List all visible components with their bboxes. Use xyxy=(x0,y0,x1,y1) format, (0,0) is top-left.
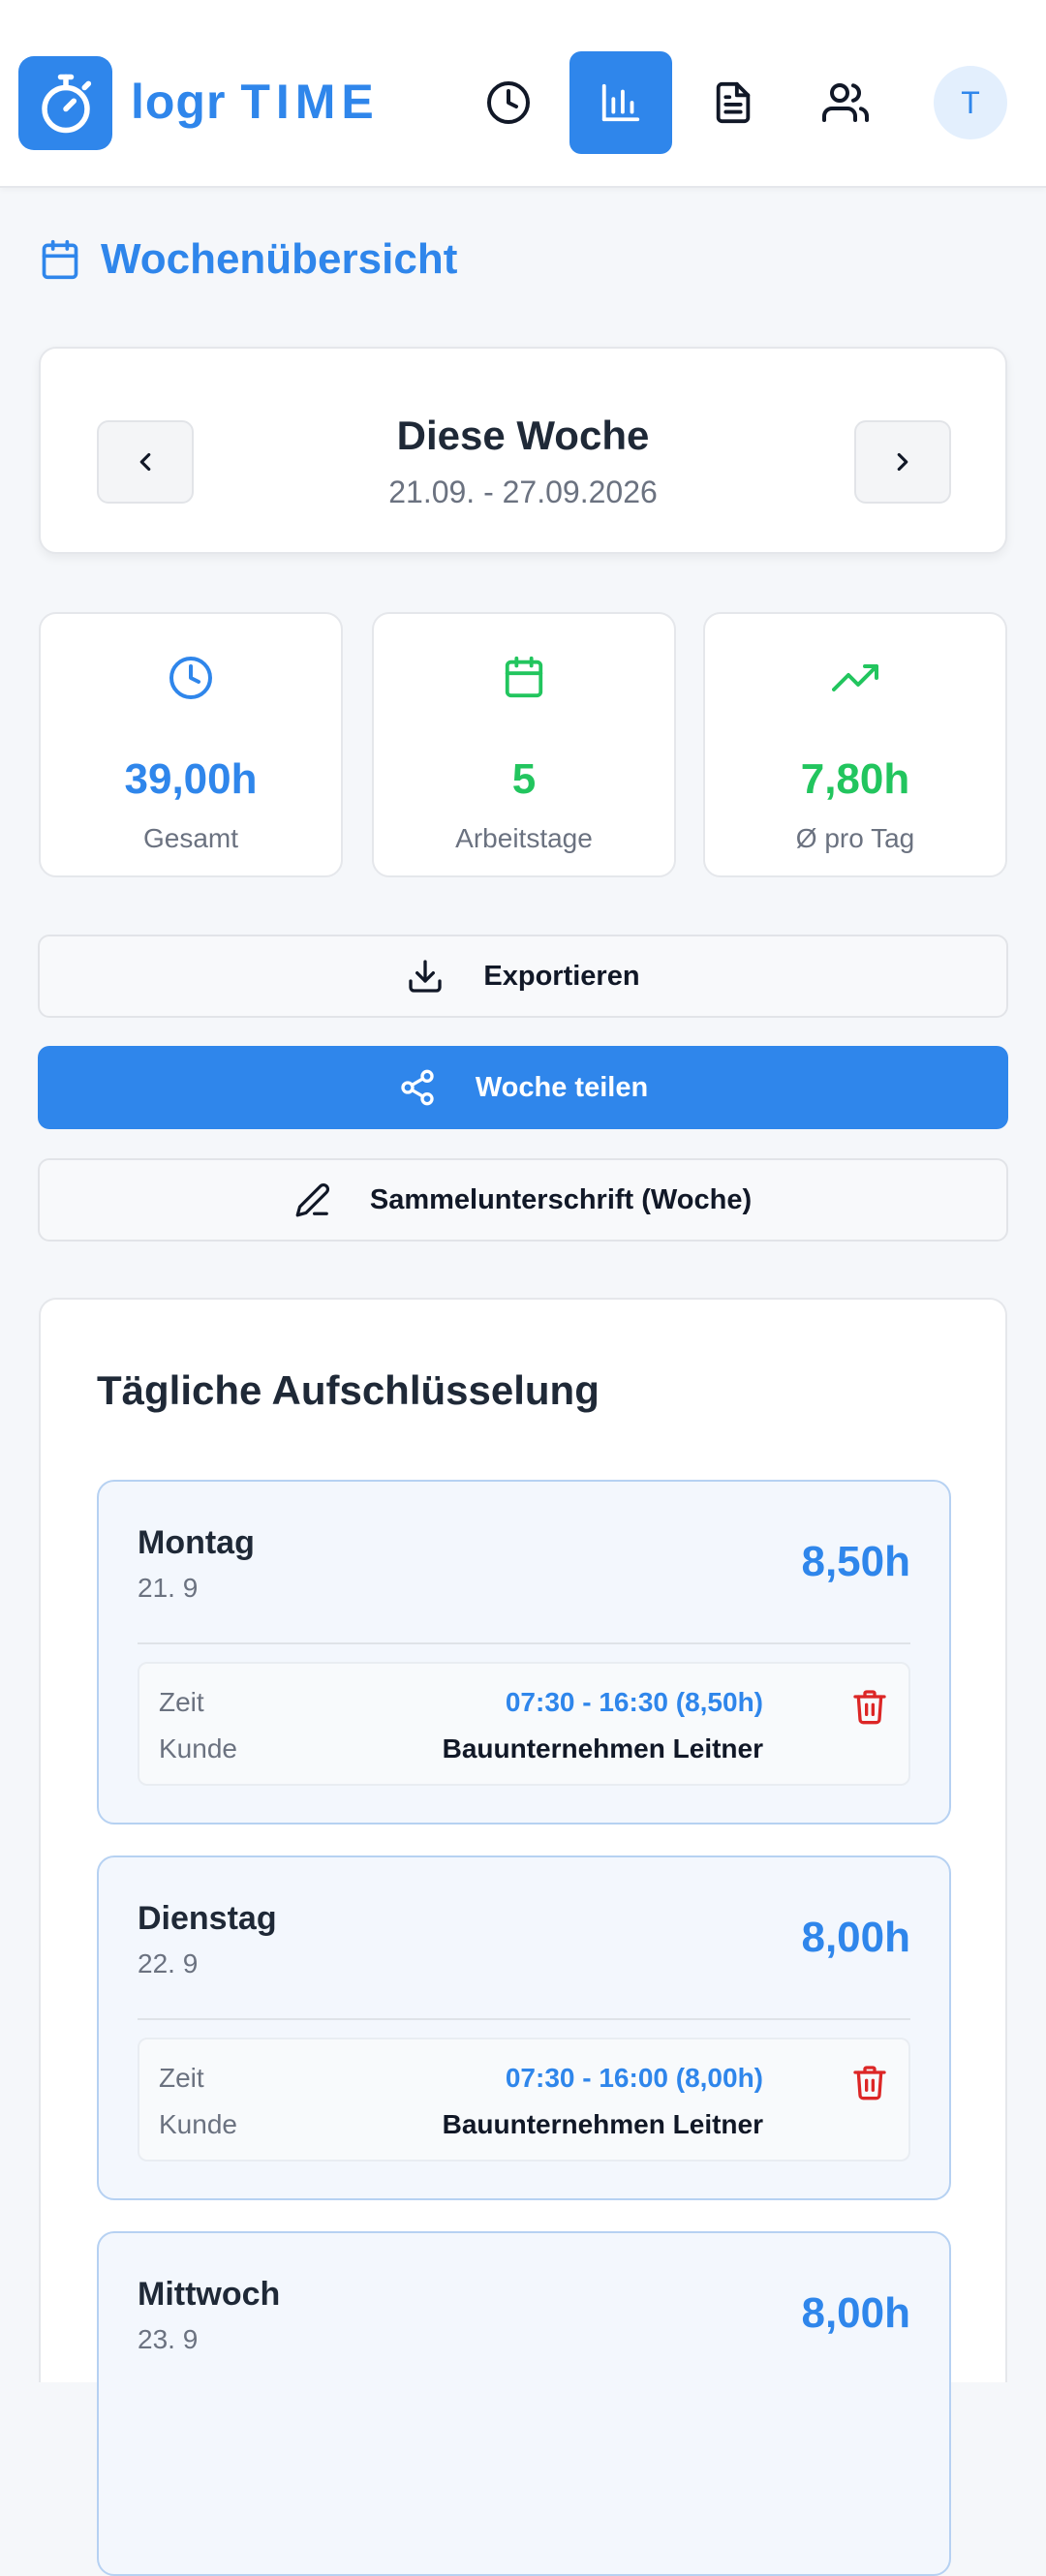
day-total-hours: 8,00h xyxy=(801,1914,910,1961)
bar-chart-icon xyxy=(601,83,640,122)
app-logo: logr TIME xyxy=(131,74,380,130)
time-range: 07:30 - 16:00 (8,00h) xyxy=(505,2063,763,2093)
client-name: Bauunternehmen Leitner xyxy=(442,1733,763,1763)
page-title: Wochenübersicht xyxy=(39,230,457,289)
time-label: Zeit xyxy=(159,1687,204,1717)
client-label: Kunde xyxy=(159,1733,237,1763)
stat-work-days: 5 Arbeitstage xyxy=(372,612,676,877)
stat-value: 5 xyxy=(511,755,537,803)
export-button-label: Exportieren xyxy=(483,960,640,992)
day-total-hours: 8,50h xyxy=(801,1538,910,1585)
next-week-button[interactable] xyxy=(854,420,951,504)
day-date: 22. 9 xyxy=(138,1948,199,1978)
day-name: Dienstag xyxy=(138,1900,277,1937)
time-range: 07:30 - 16:30 (8,50h) xyxy=(505,1687,763,1717)
share-icon xyxy=(401,1069,434,1106)
day-divider xyxy=(138,2018,910,2020)
logo-word-logr: logr xyxy=(131,75,227,129)
day-name: Mittwoch xyxy=(138,2276,281,2313)
time-entry: Zeit Kunde 07:30 - 16:30 (8,50h) Bauunte… xyxy=(138,1662,910,1786)
nav-time-tracking[interactable] xyxy=(457,51,560,154)
nav-documents[interactable] xyxy=(682,51,784,154)
stat-label: Arbeitstage xyxy=(455,823,593,853)
download-icon xyxy=(409,960,443,993)
stat-total-hours: 39,00h Gesamt xyxy=(39,612,343,877)
day-card-monday: Montag 21. 9 8,50h Zeit Kunde 07:30 - 16… xyxy=(97,1480,951,1825)
pen-icon xyxy=(295,1182,329,1217)
day-divider xyxy=(138,1642,910,1644)
chevron-right-icon xyxy=(897,452,908,472)
trash-icon[interactable] xyxy=(850,2061,889,2103)
client-name: Bauunternehmen Leitner xyxy=(442,2109,763,2139)
day-card-wednesday: Mittwoch 23. 9 8,00h xyxy=(97,2231,951,2576)
app-header: logr TIME T xyxy=(0,0,1046,188)
clock-icon xyxy=(169,657,212,699)
user-avatar[interactable]: T xyxy=(934,66,1007,139)
nav-clients[interactable] xyxy=(794,51,897,154)
stopwatch-logo-icon xyxy=(18,56,112,150)
document-icon xyxy=(716,81,751,124)
client-label: Kunde xyxy=(159,2109,237,2139)
day-total-hours: 8,00h xyxy=(801,2289,910,2337)
trash-icon[interactable] xyxy=(850,1685,889,1728)
calendar-icon xyxy=(42,239,78,280)
share-week-button-label: Woche teilen xyxy=(475,1071,649,1103)
stat-label: Gesamt xyxy=(142,823,239,853)
page-title-text: Wochenübersicht xyxy=(101,235,458,283)
share-week-button[interactable]: Woche teilen xyxy=(38,1046,1008,1129)
export-button[interactable]: Exportieren xyxy=(38,935,1008,1018)
stat-label: Ø pro Tag xyxy=(795,823,915,853)
stat-average-per-day: 7,80h Ø pro Tag xyxy=(703,612,1007,877)
calendar-icon xyxy=(505,656,543,698)
nav-weekly-overview[interactable] xyxy=(569,51,672,154)
daily-breakdown-title: Tägliche Aufschlüsselung xyxy=(97,1367,600,1413)
logo-word-time: TIME xyxy=(240,75,380,129)
stat-value: 7,80h xyxy=(800,755,910,803)
collective-signature-button[interactable]: Sammelunterschrift (Woche) xyxy=(38,1158,1008,1242)
time-entry: Zeit Kunde 07:30 - 16:00 (8,00h) Bauunte… xyxy=(138,2038,910,2162)
day-date: 23. 9 xyxy=(138,2324,199,2354)
day-date: 21. 9 xyxy=(138,1573,199,1603)
stat-value: 39,00h xyxy=(124,755,258,803)
users-icon xyxy=(822,83,869,122)
time-label: Zeit xyxy=(159,2063,204,2093)
day-card-tuesday: Dienstag 22. 9 8,00h Zeit Kunde 07:30 - … xyxy=(97,1855,951,2200)
daily-breakdown-card: Tägliche Aufschlüsselung Montag 21. 9 8,… xyxy=(39,1298,1007,2576)
week-selector-card: Diese Woche 21.09. - 27.09.2026 xyxy=(39,347,1007,554)
collective-signature-label: Sammelunterschrift (Woche) xyxy=(369,1183,753,1215)
clock-icon xyxy=(487,81,530,124)
trending-up-icon xyxy=(832,664,878,691)
day-name: Montag xyxy=(138,1524,255,1561)
